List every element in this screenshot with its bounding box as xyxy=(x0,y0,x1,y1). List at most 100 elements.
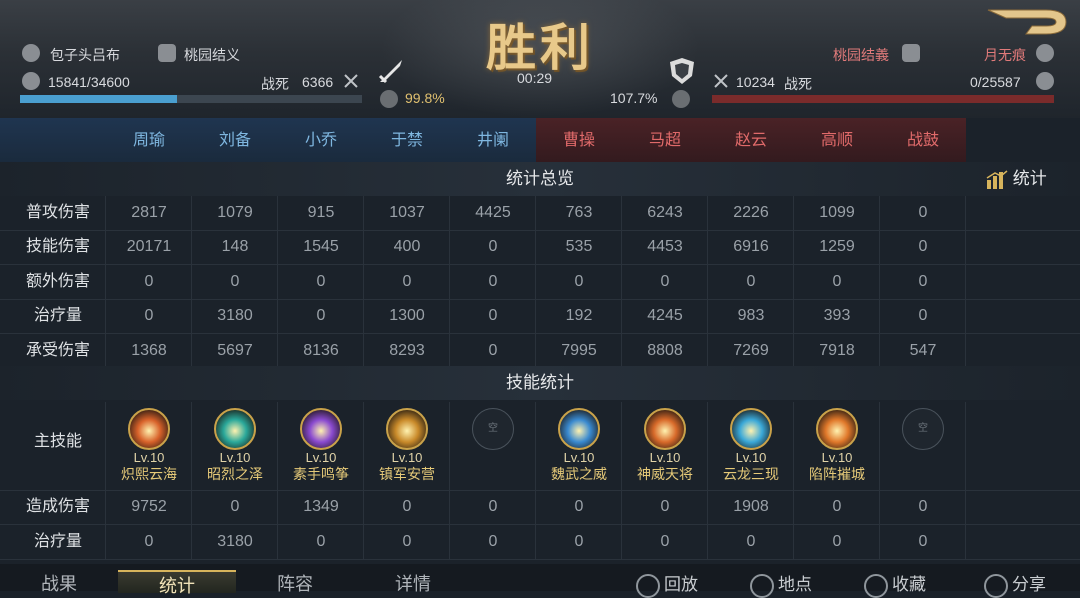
right-ratio: 107.7% xyxy=(610,90,658,106)
table-cell: 547 xyxy=(909,341,937,359)
table-cell: 148 xyxy=(221,238,249,256)
skill-icon xyxy=(644,408,686,450)
table-cell: 0 xyxy=(144,272,154,290)
row-label: 普攻伤害 xyxy=(25,204,90,221)
hero-header-2[interactable]: 小乔 xyxy=(278,118,364,164)
skill-icon xyxy=(558,408,600,450)
table-cell: 1368 xyxy=(131,341,167,359)
tab-2[interactable]: 阵容 xyxy=(236,570,354,594)
column-divider xyxy=(707,402,708,560)
left-killed-value: 6366 xyxy=(302,74,334,90)
table-cell: 0 xyxy=(746,532,756,550)
hero-header-9[interactable]: 战鼓 xyxy=(880,118,966,164)
column-divider xyxy=(621,402,622,560)
column-divider xyxy=(535,196,536,366)
left-ratio: 99.8% xyxy=(405,90,445,106)
table-row: 技能伤害 20171 148 1545 400 0 535 4453 6916 1259 0 xyxy=(0,230,1080,266)
skill-item-5[interactable]: Lv.10 魏武之威 xyxy=(536,408,622,482)
table-cell: 0 xyxy=(832,532,842,550)
skill-item-1[interactable]: Lv.10 昭烈之泽 xyxy=(192,408,278,482)
table-cell: 7269 xyxy=(733,341,769,359)
skill-level: Lv.10 xyxy=(649,450,681,465)
empty-skill-slot-icon: 空 xyxy=(902,408,944,450)
right-killed-label: 战死 xyxy=(784,76,812,92)
row-label: 技能伤害 xyxy=(25,238,90,256)
replay-button[interactable]: 回放 xyxy=(636,570,698,598)
skill-item-7[interactable]: Lv.10 云龙三现 xyxy=(708,408,794,482)
table-cell: 0 xyxy=(488,532,498,550)
skill-item-3[interactable]: Lv.10 镇军安营 xyxy=(364,408,450,482)
hero-header-7[interactable]: 赵云 xyxy=(708,118,794,164)
column-divider xyxy=(363,196,364,366)
hero-header-3[interactable]: 于禁 xyxy=(364,118,450,164)
shield-icon xyxy=(668,56,696,91)
table-cell: 0 xyxy=(402,498,412,515)
table-cell: 0 xyxy=(574,498,584,515)
table-cell: 0 xyxy=(144,532,154,550)
table-cell: 0 xyxy=(746,272,756,290)
skill-item-4[interactable]: 空 xyxy=(450,408,536,450)
table-cell: 0 xyxy=(918,498,928,515)
table-cell: 0 xyxy=(144,307,154,325)
table-cell: 5697 xyxy=(217,341,253,359)
column-divider xyxy=(965,196,966,366)
row-label: 承受伤害 xyxy=(25,341,90,359)
table-cell: 0 xyxy=(316,307,326,325)
main-skill-label: 主技能 xyxy=(33,433,82,450)
table-cell: 0 xyxy=(402,532,412,550)
left-troops-count: 15841/34600 xyxy=(48,74,130,90)
share-button[interactable]: 分享 xyxy=(984,570,1046,598)
stats-button[interactable]: 统计 xyxy=(986,165,1047,193)
table-cell: 7918 xyxy=(819,341,855,359)
location-button[interactable]: 地点 xyxy=(750,570,812,598)
favorite-button[interactable]: 收藏 xyxy=(864,570,926,598)
skill-item-9[interactable]: 空 xyxy=(880,408,966,450)
hero-header-6[interactable]: 马超 xyxy=(622,118,708,164)
table-cell: 0 xyxy=(918,238,928,256)
skill-level: Lv.10 xyxy=(391,450,423,465)
hero-header-4[interactable]: 井阑 xyxy=(450,118,536,164)
table-cell: 0 xyxy=(660,272,670,290)
back-button[interactable] xyxy=(986,4,1070,40)
table-cell: 0 xyxy=(832,498,842,515)
hero-header-1[interactable]: 刘备 xyxy=(192,118,278,164)
right-alliance-name[interactable]: 桃园结義 xyxy=(833,45,889,65)
skill-level: Lv.10 xyxy=(133,450,165,465)
table-cell: 2226 xyxy=(733,204,769,221)
table-cell: 0 xyxy=(918,532,928,550)
tab-1[interactable]: 统计 xyxy=(118,570,236,596)
left-hp-bar xyxy=(20,95,362,103)
table-cell: 2817 xyxy=(131,204,167,221)
hero-header-5[interactable]: 曹操 xyxy=(536,118,622,164)
tab-0[interactable]: 战果 xyxy=(0,570,118,594)
replay-label: 回放 xyxy=(664,575,698,594)
skill-item-2[interactable]: Lv.10 素手鸣筝 xyxy=(278,408,364,482)
left-alliance-name[interactable]: 桃园结义 xyxy=(184,45,240,65)
skill-item-0[interactable]: Lv.10 炽熙云海 xyxy=(106,408,192,482)
skill-item-6[interactable]: Lv.10 神威天将 xyxy=(622,408,708,482)
battle-header: 胜利 00:29 包子头吕布 桃园结义 15841/34600 战死 6366 … xyxy=(0,0,1080,118)
left-killed-icon xyxy=(342,72,360,95)
tab-3[interactable]: 详情 xyxy=(354,570,472,594)
hero-header-0[interactable]: 周瑜 xyxy=(106,118,192,164)
right-player-name[interactable]: 月无痕 xyxy=(984,45,1026,65)
skill-icon xyxy=(128,408,170,450)
column-divider xyxy=(621,196,622,366)
left-player-name[interactable]: 包子头吕布 xyxy=(50,45,120,65)
table-cell: 9752 xyxy=(131,498,167,515)
skill-name: 素手鸣筝 xyxy=(293,466,349,482)
favorite-label: 收藏 xyxy=(892,575,926,594)
table-cell: 20171 xyxy=(126,238,172,256)
skill-name: 魏武之威 xyxy=(551,466,607,482)
table-cell: 6916 xyxy=(733,238,769,256)
hero-header-8[interactable]: 高顺 xyxy=(794,118,880,164)
column-divider xyxy=(191,402,192,560)
table-cell: 6243 xyxy=(647,204,683,221)
table-cell: 915 xyxy=(307,204,335,221)
table-cell: 8808 xyxy=(647,341,683,359)
column-divider xyxy=(535,402,536,560)
column-divider xyxy=(363,402,364,560)
skill-item-8[interactable]: Lv.10 陷阵摧城 xyxy=(794,408,880,482)
table-cell: 0 xyxy=(488,272,498,290)
table-cell: 4425 xyxy=(475,204,511,221)
